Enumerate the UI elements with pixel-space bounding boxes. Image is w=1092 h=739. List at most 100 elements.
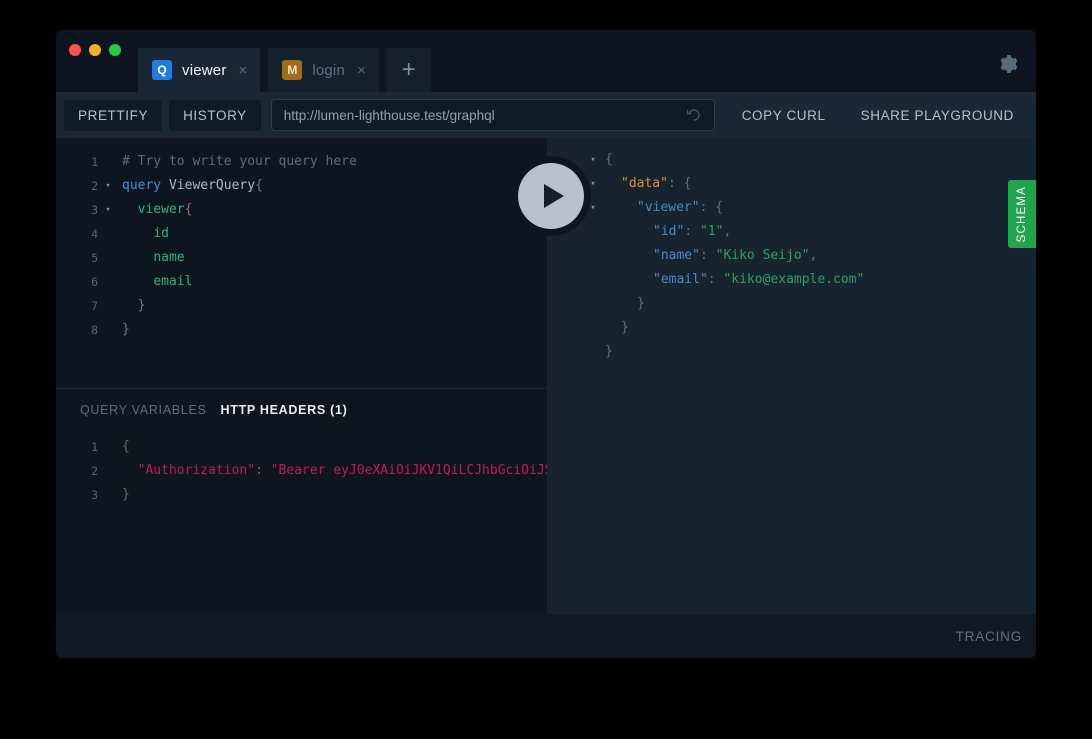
http-headers-editor[interactable]: 1{2 "Authorization": "Bearer eyJ0eXAiOiJ…: [56, 427, 547, 507]
response-line: "name": "Kiko Seijo",: [547, 244, 1036, 268]
history-reload-icon[interactable]: [686, 107, 702, 123]
fold-toggle-icon[interactable]: ▾: [581, 148, 605, 172]
code-text: email: [116, 270, 192, 294]
code-token: :: [700, 248, 716, 263]
gear-icon[interactable]: [996, 52, 1020, 76]
code-token: }: [122, 298, 145, 313]
footer-bar: TRACING: [56, 614, 1036, 658]
play-icon: [544, 184, 564, 208]
code-line: 6 email: [56, 270, 547, 294]
code-token: }: [122, 487, 130, 502]
response-text: {: [605, 148, 613, 172]
variables-tab-active[interactable]: HTTP HEADERS (1): [221, 403, 348, 417]
code-line: 5 name: [56, 246, 547, 270]
fold-toggle-icon[interactable]: ▾: [581, 196, 605, 220]
code-text: "Authorization": "Bearer eyJ0eXAiOiJKV1Q…: [116, 459, 547, 483]
response-text: }: [605, 292, 645, 316]
tab-close-viewer[interactable]: ×: [237, 63, 248, 78]
code-token: query: [122, 178, 169, 193]
code-token: ,: [723, 224, 731, 239]
code-token: {: [605, 152, 613, 167]
code-line: 1# Try to write your query here: [56, 150, 547, 174]
fold-toggle-icon[interactable]: ▾: [100, 198, 116, 222]
code-text: name: [116, 246, 185, 270]
window-titlebar: Q viewer × M login × +: [56, 30, 1036, 92]
code-text: {: [116, 435, 130, 459]
code-token: :: [255, 463, 271, 478]
editor-body: 1# Try to write your query here2▾query V…: [56, 138, 1036, 614]
tab-login[interactable]: M login ×: [268, 48, 378, 92]
response-line: ▾ "data": {: [547, 172, 1036, 196]
code-line: 8}: [56, 318, 547, 342]
fold-toggle-icon[interactable]: ▾: [100, 174, 116, 198]
code-token: {: [122, 439, 130, 454]
new-tab-button[interactable]: +: [387, 48, 431, 92]
response-line: }: [547, 292, 1036, 316]
tab-close-login[interactable]: ×: [355, 63, 366, 78]
schema-tab-button[interactable]: SCHEMA: [1008, 180, 1036, 248]
code-text: id: [116, 222, 169, 246]
response-line: ▾{: [547, 148, 1036, 172]
code-token: }: [605, 344, 613, 359]
code-line: 7 }: [56, 294, 547, 318]
left-pane: 1# Try to write your query here2▾query V…: [56, 138, 547, 614]
response-text: "viewer": {: [605, 196, 723, 220]
tab-badge-query: Q: [152, 60, 172, 80]
history-button[interactable]: HISTORY: [169, 100, 261, 131]
response-line: }: [547, 316, 1036, 340]
code-token: "kiko@example.com": [723, 272, 864, 287]
code-token: email: [153, 274, 192, 289]
code-token: "name": [653, 248, 700, 263]
code-line: 1{: [56, 435, 547, 459]
code-token: :: [708, 272, 724, 287]
endpoint-url-value: http://lumen-lighthouse.test/graphql: [284, 108, 686, 123]
prettify-button[interactable]: PRETTIFY: [64, 100, 162, 131]
code-token: }: [621, 320, 629, 335]
code-token: ViewerQuery: [169, 178, 255, 193]
schema-tab-label: SCHEMA: [1016, 186, 1028, 242]
code-token: name: [153, 250, 184, 265]
line-number: 5: [56, 246, 100, 270]
code-token: viewer: [138, 202, 185, 217]
code-token: "1": [700, 224, 723, 239]
code-text: }: [116, 318, 130, 342]
code-line: 3}: [56, 483, 547, 507]
window-minimize-button[interactable]: [89, 44, 101, 56]
execute-query-button[interactable]: [518, 163, 584, 229]
code-token: # Try to write your query here: [122, 154, 357, 169]
endpoint-url-field[interactable]: http://lumen-lighthouse.test/graphql: [271, 99, 715, 131]
code-token: [122, 202, 138, 217]
code-token: "Authorization": [138, 463, 255, 478]
code-line: 2▾query ViewerQuery{: [56, 174, 547, 198]
response-viewer: ▾{▾"data": {▾"viewer": {"id": "1","name"…: [547, 138, 1036, 364]
window-zoom-button[interactable]: [109, 44, 121, 56]
code-token: : {: [668, 176, 691, 191]
fold-toggle-icon[interactable]: ▾: [581, 172, 605, 196]
window-close-button[interactable]: [69, 44, 81, 56]
window-traffic-lights: [69, 44, 121, 56]
code-text: query ViewerQuery{: [116, 174, 263, 198]
code-token: "email": [653, 272, 708, 287]
code-token: :: [684, 224, 700, 239]
line-number: 3: [56, 483, 100, 507]
line-number: 2: [56, 174, 100, 198]
query-editor[interactable]: 1# Try to write your query here2▾query V…: [56, 138, 547, 388]
response-line: "id": "1",: [547, 220, 1036, 244]
code-token: "Kiko Seijo": [716, 248, 810, 263]
tab-viewer[interactable]: Q viewer ×: [138, 48, 260, 92]
response-line: "email": "kiko@example.com": [547, 268, 1036, 292]
toolbar: PRETTIFY HISTORY http://lumen-lighthouse…: [56, 92, 1036, 138]
response-pane: ▾{▾"data": {▾"viewer": {"id": "1","name"…: [547, 138, 1036, 614]
code-token: "data": [621, 176, 668, 191]
code-text: }: [116, 483, 130, 507]
code-token: [122, 274, 153, 289]
code-text: # Try to write your query here: [116, 150, 357, 174]
variables-tab-inactive[interactable]: QUERY VARIABLES: [80, 403, 207, 417]
line-number: 6: [56, 270, 100, 294]
line-number: 4: [56, 222, 100, 246]
variables-pane: QUERY VARIABLES HTTP HEADERS (1) 1{2 "Aut…: [56, 388, 547, 614]
copy-curl-button[interactable]: COPY CURL: [728, 100, 840, 131]
tracing-button[interactable]: TRACING: [956, 629, 1022, 644]
share-playground-button[interactable]: SHARE PLAYGROUND: [847, 100, 1028, 131]
code-token: id: [153, 226, 169, 241]
